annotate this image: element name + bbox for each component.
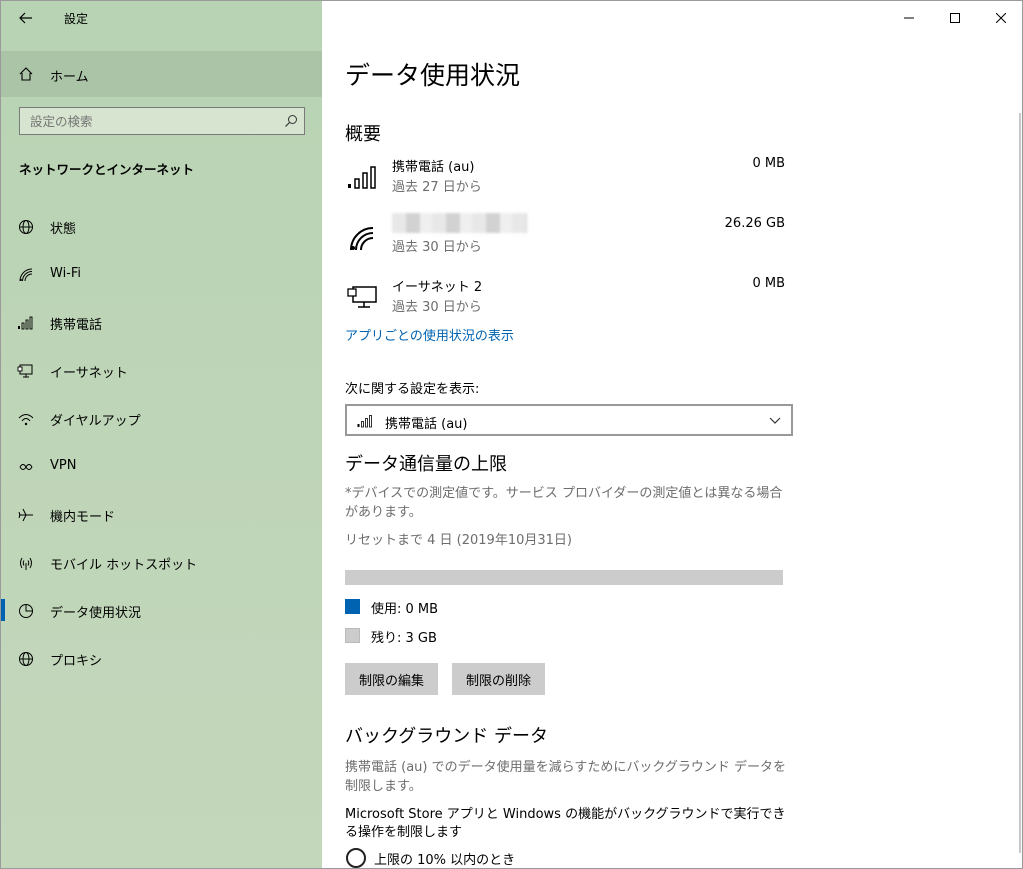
overview-heading: 概要 — [345, 124, 381, 145]
wifi-icon — [19, 268, 33, 282]
dropdown-selected-value: 携帯電話 (au) — [385, 417, 468, 432]
connection-name: 携帯電話 (au) — [392, 160, 475, 175]
section-title: ネットワークとインターネット — [19, 162, 195, 177]
usage-row-cellular: 携帯電話 (au) 過去 27 日から 0 MB — [345, 156, 785, 200]
usage-period: 過去 30 日から — [392, 300, 482, 315]
usage-row-ethernet: イーサネット 2 過去 30 日から 0 MB — [345, 276, 785, 320]
cellular-icon — [357, 415, 372, 428]
app-usage-link[interactable]: アプリごとの使用状況の表示 — [345, 325, 514, 344]
remaining-label: 残り: 3 GB — [371, 631, 437, 646]
main-content: データ使用状況 概要 携帯電話 (au) 過去 27 日から 0 MB 過去 3… — [322, 1, 1022, 868]
minimize-button[interactable] — [886, 1, 932, 35]
reset-info: リセットまで 4 日 (2019年10月31日) — [345, 533, 572, 548]
home-nav-item[interactable]: ホーム — [1, 51, 322, 97]
sidebar-item-label: Wi-Fi — [50, 266, 82, 281]
search-input[interactable] — [20, 108, 270, 134]
sidebar-nav: 状態 Wi-Fi 携帯電話 イーサネット ダイヤルアップ VPN 機内モード モ… — [1, 203, 322, 683]
ethernet-icon — [347, 286, 377, 308]
back-arrow-icon — [19, 12, 32, 24]
used-label: 使用: 0 MB — [371, 602, 439, 617]
sidebar-item-label: データ使用状況 — [50, 606, 142, 621]
settings-window: 設定 ホーム ネットワークとインターネット 状態 — [0, 0, 1023, 869]
settings-search[interactable] — [19, 107, 305, 135]
data-limit-note: *デバイスでの測定値です。サービス プロバイダーの測定値とは異なる場合があります… — [345, 486, 783, 520]
background-data-question: Microsoft Store アプリと Windows の機能がバックグラウン… — [345, 807, 786, 840]
usage-amount: 26.26 GB — [724, 216, 785, 231]
background-data-heading: バックグラウンド データ — [345, 726, 549, 747]
back-button[interactable] — [9, 5, 43, 31]
usage-period: 過去 30 日から — [392, 240, 482, 255]
airplane-icon — [18, 508, 33, 522]
wifi-icon — [350, 227, 374, 251]
sidebar-item-label: プロキシ — [50, 654, 103, 669]
redacted-network-name — [392, 213, 527, 233]
sidebar-item-label: 機内モード — [50, 510, 116, 525]
connection-name: イーサネット 2 — [392, 280, 483, 295]
window-controls — [886, 1, 1022, 35]
maximize-button[interactable] — [932, 1, 978, 35]
chevron-down-icon — [769, 417, 781, 424]
globe-icon — [19, 652, 33, 666]
home-icon — [19, 67, 33, 81]
page-title: データ使用状況 — [345, 61, 521, 90]
network-select-dropdown[interactable]: 携帯電話 (au) — [345, 404, 793, 436]
cellular-icon — [18, 316, 33, 330]
sidebar: 設定 ホーム ネットワークとインターネット 状態 — [1, 1, 322, 868]
sidebar-item-dialup[interactable]: ダイヤルアップ — [1, 395, 322, 443]
home-label: ホーム — [50, 70, 89, 85]
sidebar-item-label: 携帯電話 — [50, 318, 103, 333]
sidebar-item-label: ダイヤルアップ — [50, 414, 141, 429]
usage-amount: 0 MB — [752, 276, 785, 291]
sidebar-item-vpn[interactable]: VPN — [1, 443, 322, 491]
close-icon — [996, 13, 1006, 23]
delete-limit-button[interactable]: 制限の削除 — [452, 663, 546, 695]
remaining-swatch — [345, 628, 360, 643]
usage-row-wifi: 過去 30 日から 26.26 GB — [345, 213, 785, 260]
sidebar-item-cellular[interactable]: 携帯電話 — [1, 299, 322, 347]
sidebar-item-airplane[interactable]: 機内モード — [1, 491, 322, 539]
search-icon[interactable] — [284, 114, 298, 128]
data-usage-icon — [19, 604, 33, 618]
titlebar-left: 設定 — [1, 1, 322, 35]
vpn-icon — [19, 464, 33, 470]
sidebar-item-ethernet[interactable]: イーサネット — [1, 347, 322, 395]
sidebar-item-label: モバイル ホットスポット — [50, 558, 198, 573]
sidebar-item-label: イーサネット — [50, 366, 128, 381]
usage-amount: 0 MB — [752, 156, 785, 171]
sidebar-item-proxy[interactable]: プロキシ — [1, 635, 322, 683]
radio-button[interactable] — [346, 848, 366, 868]
ethernet-icon — [17, 364, 33, 378]
close-button[interactable] — [978, 1, 1022, 35]
used-swatch — [345, 599, 360, 614]
data-usage-bar — [345, 570, 783, 585]
radio-label: 上限の 10% 以内のとき — [374, 853, 516, 868]
sidebar-item-hotspot[interactable]: モバイル ホットスポット — [1, 539, 322, 587]
sidebar-item-wifi[interactable]: Wi-Fi — [1, 251, 322, 299]
hotspot-icon — [20, 557, 32, 570]
usage-period: 過去 27 日から — [392, 180, 482, 195]
sidebar-item-label: VPN — [50, 458, 77, 473]
sidebar-item-label: 状態 — [50, 222, 77, 237]
globe-status-icon — [19, 220, 33, 234]
scrollbar[interactable] — [1019, 113, 1021, 853]
background-data-note: 携帯電話 (au) でのデータ使用量を減らすためにバックグラウンド データを制限… — [345, 760, 786, 794]
cellular-icon — [348, 166, 376, 189]
settings-for-label: 次に関する設定を表示: — [345, 382, 480, 397]
app-title: 設定 — [64, 12, 89, 26]
edit-limit-button[interactable]: 制限の編集 — [345, 663, 439, 695]
sidebar-item-data-usage[interactable]: データ使用状況 — [1, 587, 322, 635]
maximize-icon — [950, 13, 960, 23]
dialup-icon — [18, 414, 34, 426]
sidebar-item-status[interactable]: 状態 — [1, 203, 322, 251]
minimize-icon — [904, 17, 914, 19]
data-limit-heading: データ通信量の上限 — [345, 454, 507, 475]
